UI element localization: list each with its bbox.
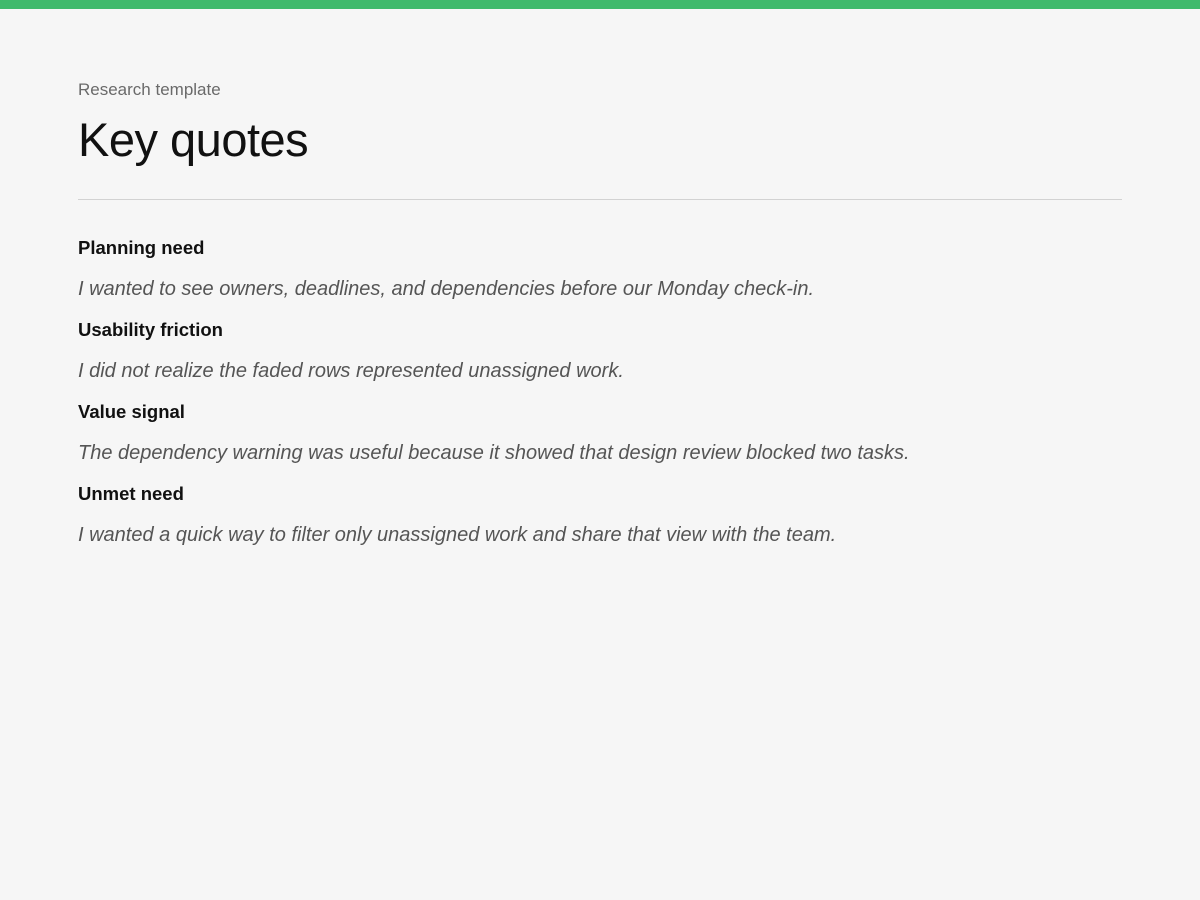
quote-item: Value signal The dependency warning was … [78, 399, 1122, 467]
quote-item: Usability friction I did not realize the… [78, 317, 1122, 385]
template-label: Research template [78, 80, 221, 99]
quote-item: Planning need I wanted to see owners, de… [78, 235, 1122, 303]
accent-bar [0, 0, 1200, 9]
quote-heading: Planning need [78, 237, 205, 258]
quote-text: I wanted a quick way to filter only unas… [78, 524, 837, 546]
page-content: Research template Key quotes Planning ne… [78, 78, 1122, 563]
quote-item: Unmet need I wanted a quick way to filte… [78, 481, 1122, 549]
page-title: Key quotes [78, 113, 309, 166]
quote-heading: Usability friction [78, 319, 223, 340]
quote-text: I did not realize the faded rows represe… [78, 360, 624, 382]
quote-heading: Value signal [78, 401, 185, 422]
quote-text: I wanted to see owners, deadlines, and d… [78, 278, 815, 300]
quote-heading: Unmet need [78, 483, 184, 504]
quote-list: Planning need I wanted to see owners, de… [78, 235, 1122, 549]
quote-text: The dependency warning was useful becaus… [78, 442, 910, 464]
divider [78, 199, 1122, 200]
